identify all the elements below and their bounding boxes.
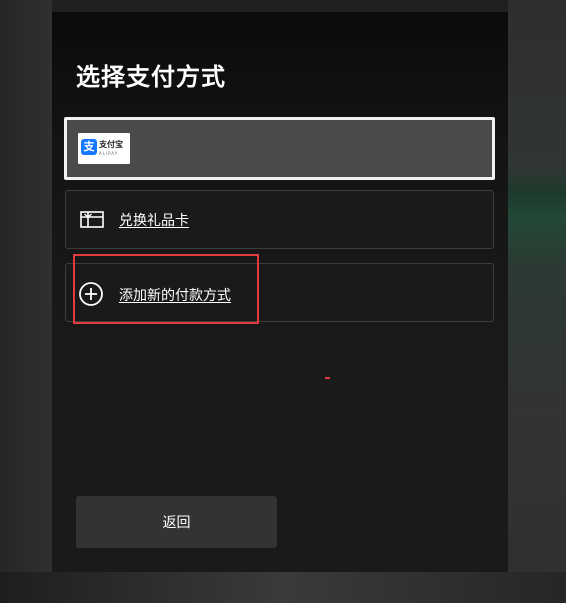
payment-option-alipay[interactable]: 支 支付宝 ALIPAY	[64, 117, 495, 180]
dialog-title: 选择支付方式	[76, 63, 226, 91]
background-bottom	[0, 572, 566, 603]
alipay-mark-icon: 支	[81, 139, 97, 155]
background-right	[508, 0, 566, 603]
alipay-logo-text-en: ALIPAY	[99, 151, 119, 156]
alipay-logo-text: 支付宝	[99, 140, 123, 149]
gift-card-icon	[79, 209, 105, 233]
payment-option-gift-card[interactable]: 兑换礼品卡	[65, 190, 494, 249]
payment-method-dialog: 选择支付方式 支 支付宝 ALIPAY 兑换礼品卡 添加新的付款方式 返回	[52, 12, 508, 572]
back-button[interactable]: 返回	[76, 496, 277, 548]
background-left	[0, 0, 52, 603]
gift-card-label: 兑换礼品卡	[119, 213, 189, 229]
payment-option-add-new[interactable]: 添加新的付款方式	[65, 263, 494, 322]
alipay-logo: 支 支付宝 ALIPAY	[78, 133, 130, 164]
add-payment-method-label: 添加新的付款方式	[119, 288, 231, 304]
plus-circle-icon	[79, 281, 105, 311]
annotation-mark	[325, 377, 330, 379]
